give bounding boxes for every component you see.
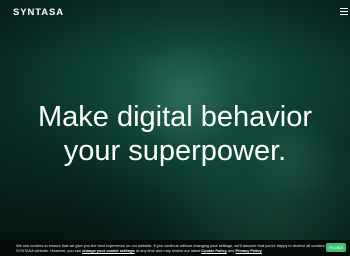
syntasa-logo[interactable]: SYNTASA [13, 7, 64, 18]
cookie-text-segment: at any time and may review our latest [134, 248, 202, 253]
cookie-banner: We use cookies to ensure that we give yo… [0, 240, 350, 256]
hero-headline-line-2: your superpower. [63, 135, 287, 167]
cookie-banner-text: We use cookies to ensure that we give yo… [16, 243, 336, 253]
menu-bar-bottom [340, 14, 348, 15]
hero-headline-line-1: Make digital behavior [37, 101, 313, 133]
accept-cookies-button[interactable]: Accept [326, 243, 346, 252]
cookie-text-segment: SYNTASA website. However, you can [16, 248, 83, 253]
page: SYNTASA Make digital behavior your super… [0, 0, 350, 256]
cookie-text-segment: . [261, 248, 263, 253]
cookie-text-line-2: SYNTASA website. However, you can change… [16, 248, 316, 253]
cookie-policy-link[interactable]: Cookie Policy [201, 248, 227, 253]
site-header: SYNTASA [0, 0, 350, 28]
menu-bar-middle [340, 11, 348, 12]
hamburger-menu-icon[interactable] [340, 8, 348, 16]
hero-headline: Make digital behavior your superpower. [0, 100, 350, 168]
menu-bar-top [340, 8, 348, 9]
change-cookie-settings-link[interactable]: change your cookie settings [82, 248, 135, 253]
privacy-policy-link[interactable]: Privacy Policy [235, 248, 261, 253]
